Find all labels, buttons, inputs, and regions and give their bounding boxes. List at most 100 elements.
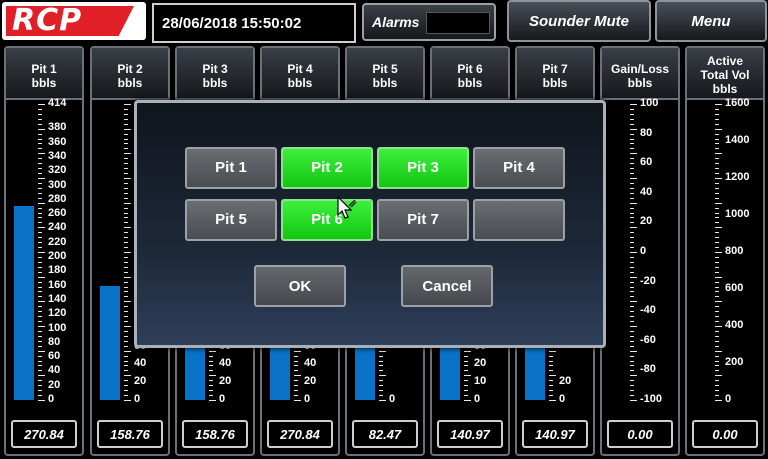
column-header: Pit 3 bbls (177, 48, 253, 100)
pit-toggle-5[interactable]: Pit 5 (185, 199, 277, 241)
scale-label: 600 (725, 282, 744, 294)
scale-label: 20 (134, 375, 147, 388)
column-unit: bbls (542, 76, 568, 90)
scale-label: 40 (640, 185, 653, 198)
column-unit: bbls (31, 76, 57, 90)
pit-toggle-4[interactable]: Pit 4 (473, 147, 565, 189)
column-header: Pit 4 bbls (262, 48, 338, 100)
column-title: Pit 1 (31, 62, 57, 76)
column-unit: bbls (117, 76, 143, 90)
scale-label: 260 (48, 207, 67, 220)
value-display: 140.97 (437, 420, 503, 448)
scale-label: 300 (48, 178, 67, 191)
scale-label: 40 (219, 357, 232, 370)
scale-label: 0 (48, 393, 55, 405)
column-title: Pit 5 (372, 62, 398, 76)
column-title: Active (706, 54, 744, 68)
column-title: Pit 7 (542, 62, 568, 76)
alarms-button[interactable]: Alarms (362, 3, 496, 41)
scale-label: 120 (48, 307, 67, 320)
column-unit: bbls (712, 82, 738, 96)
scale-label: -100 (640, 393, 663, 405)
scale-label: 380 (48, 121, 67, 134)
scale-label: 1400 (725, 134, 750, 146)
scale-label: 800 (725, 245, 744, 257)
column-header: Pit 5 bbls (347, 48, 423, 100)
scale-label: -60 (640, 333, 656, 346)
scale-label: 60 (48, 350, 61, 363)
scale-label: 1000 (725, 208, 750, 220)
column-header: Gain/Loss bbls (602, 48, 678, 100)
scale-label: 1600 (725, 97, 750, 109)
logo-text: RCP (12, 3, 83, 38)
scale-label: 320 (48, 164, 67, 177)
scale-label: 0 (389, 393, 396, 405)
pit-column-1[interactable]: Pit 1 bbls 414 380 360 340 320 300 280 260 240 220 2… (4, 46, 84, 456)
scale-label: 340 (48, 149, 67, 162)
column-title: Pit 2 (117, 62, 143, 76)
column-title: Pit 6 (457, 62, 483, 76)
value-display: 140.97 (522, 420, 588, 448)
scale-label: 100 (640, 97, 659, 109)
datetime-display: 28/06/2018 15:50:02 (152, 3, 356, 43)
scale-label: 0 (725, 393, 732, 405)
pit-select-dialog: Pit 1 Pit 2 Pit 3 Pit 4 Pit 5 Pit 6 Pit 7 OK C… (134, 100, 606, 348)
scale-label: 0 (640, 245, 647, 257)
value-display: 158.76 (97, 420, 163, 448)
level-scale: 414 380 360 340 320 300 280 260 240 220 200 180 160 1… (6, 97, 82, 408)
level-scale: 1600 1400 1200 1000 800 600 400 200 0 (687, 97, 763, 408)
pit-toggle-6[interactable]: Pit 6 (281, 199, 373, 241)
alarms-indicator (426, 12, 490, 34)
scale-label: -40 (640, 304, 656, 317)
scale-label: 20 (474, 357, 487, 370)
column-header: Pit 7 bbls (517, 48, 593, 100)
sounder-mute-button[interactable]: Sounder Mute (507, 0, 651, 42)
scale-label: 20 (304, 375, 317, 388)
pit-toggle-3[interactable]: Pit 3 (377, 147, 469, 189)
mouse-cursor-icon (337, 196, 357, 219)
scale-label: 140 (48, 292, 67, 305)
column-header: Pit 2 bbls (92, 48, 168, 100)
column-unit: bbls (372, 76, 398, 90)
scale-label: 20 (559, 375, 572, 388)
scale-label: 40 (48, 364, 61, 377)
pit-column-8[interactable]: Gain/Loss bbls 100 80 60 40 20 0 -20 -40 -60 -80 -10… (600, 46, 680, 456)
scale-label: 360 (48, 135, 67, 148)
scale-label: 0 (134, 393, 141, 405)
scale-label: 20 (219, 375, 232, 388)
scale-label: 20 (640, 215, 653, 228)
column-title: Gain/Loss (610, 62, 669, 76)
scale-label: 414 (48, 97, 67, 109)
column-title: Pit 3 (202, 62, 228, 76)
scale-label: 180 (48, 264, 67, 277)
value-display: 0.00 (692, 420, 758, 448)
scale-label: 0 (304, 393, 311, 405)
level-scale: 100 80 60 40 20 0 -20 -40 -60 -80 -100 (602, 97, 678, 408)
scale-label: 0 (474, 393, 481, 405)
scale-label: 0 (219, 393, 226, 405)
pit-column-9[interactable]: Active Total Vol bbls 1600 1400 1200 1000 800 60… (685, 46, 765, 456)
pit-toggle-1[interactable]: Pit 1 (185, 147, 277, 189)
column-unit: bbls (627, 76, 653, 90)
scale-label: 0 (559, 393, 566, 405)
cancel-button[interactable]: Cancel (401, 265, 493, 307)
scale-label: 10 (474, 375, 487, 388)
ok-button[interactable]: OK (254, 265, 346, 307)
scale-label: -80 (640, 363, 656, 376)
column-header: Pit 6 bbls (432, 48, 508, 100)
pit-toggle-8[interactable] (473, 199, 565, 241)
rcp-logo: RCP (2, 2, 146, 40)
scale-label: 20 (48, 378, 61, 391)
scale-label: 80 (640, 126, 653, 139)
scale-label: 220 (48, 235, 67, 248)
pit-toggle-7[interactable]: Pit 7 (377, 199, 469, 241)
pit-toggle-2[interactable]: Pit 2 (281, 147, 373, 189)
menu-button[interactable]: Menu (655, 0, 767, 42)
column-header: Pit 1 bbls (6, 48, 82, 100)
value-display: 82.47 (352, 420, 418, 448)
scale-label: 40 (304, 357, 317, 370)
value-display: 270.84 (267, 420, 333, 448)
scale-label: 80 (48, 335, 61, 348)
scale-label: 1200 (725, 171, 750, 183)
column-unit: bbls (457, 76, 483, 90)
